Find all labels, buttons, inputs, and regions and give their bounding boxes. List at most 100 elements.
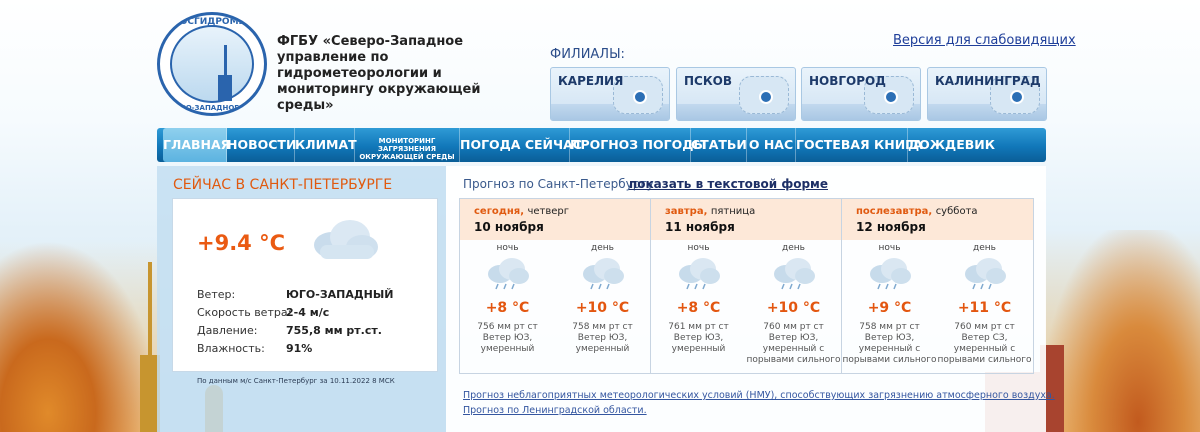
nav-rain-gauge[interactable]: ДОЖДЕВИК xyxy=(908,128,995,162)
nav-forecast[interactable]: ПРОГНОЗ ПОГОДЫ xyxy=(570,128,706,162)
rain-cloud-icon xyxy=(679,258,720,290)
day-relative: завтра, xyxy=(665,206,708,217)
map-pin-icon xyxy=(633,90,647,104)
part-label: день xyxy=(591,243,614,253)
part-strength: умеренный xyxy=(671,344,726,354)
humidity-value: 91% xyxy=(286,342,313,355)
wind-speed-value: 2-4 м/с xyxy=(286,306,330,319)
part-wind: Ветер СЗ, xyxy=(961,333,1008,343)
part-label: день xyxy=(973,243,996,253)
part-wind: Ветер ЮЗ, xyxy=(577,333,628,343)
nav-about[interactable]: О НАС xyxy=(747,128,796,162)
current-weather-title: СЕЙЧАС В САНКТ-ПЕТЕРБУРГЕ xyxy=(173,177,393,193)
forecast-day: послезавтра, суббота 12 ноября ночь +9 °… xyxy=(842,199,1033,373)
forecast-intro: Прогноз по Санкт-Петербургу xyxy=(463,177,654,191)
forecast-table: сегодня, четверг 10 ноября ночь +8 °C 75… xyxy=(459,198,1034,374)
day-header: послезавтра, суббота 12 ноября xyxy=(842,199,1033,240)
main-nav: ГЛАВНАЯ НОВОСТИ КЛИМАТ МОНИТОРИНГ ЗАГРЯЗ… xyxy=(157,128,1046,162)
part-label: ночь xyxy=(878,243,901,253)
leningrad-region-forecast-link[interactable]: Прогноз по Ленинградской области. xyxy=(463,405,647,416)
part-temperature: +11 °C xyxy=(957,300,1012,316)
forecast-day-part: день +11 °C 760 мм рт ст Ветер СЗ, умеренн… xyxy=(937,242,1032,372)
forecast-night: ночь +9 °C 758 мм рт ст Ветер ЮЗ, умеренны… xyxy=(842,242,937,372)
branch-kaliningrad[interactable]: КАЛИНИНГРАД xyxy=(927,67,1047,121)
rain-cloud-icon xyxy=(488,258,529,290)
forecast-day-part: день +10 °C 758 мм рт ст Ветер ЮЗ, умеренн… xyxy=(555,242,650,372)
part-label: ночь xyxy=(496,243,519,253)
day-name: завтра, пятница xyxy=(665,206,755,217)
nmu-forecast-link[interactable]: Прогноз неблагоприятных метеорологически… xyxy=(463,390,1055,401)
pressure-label: Давление: xyxy=(197,324,258,337)
nav-articles[interactable]: СТАТЬИ xyxy=(691,128,747,162)
rain-cloud-icon xyxy=(583,258,624,290)
logo-emblem xyxy=(170,25,254,103)
part-description: 761 мм рт ст Ветер ЮЗ, умеренный xyxy=(651,322,746,355)
wind-label: Ветер: xyxy=(197,288,236,301)
day-relative: послезавтра, xyxy=(856,206,933,217)
part-label: ночь xyxy=(687,243,710,253)
autumn-scenery-left xyxy=(0,240,160,432)
nav-guestbook[interactable]: ГОСТЕВАЯ КНИГА xyxy=(796,128,923,162)
org-title: ФГБУ «Северо-Западное управление по гидр… xyxy=(277,34,481,113)
pressure-value: 755,8 мм рт.ст. xyxy=(286,324,382,337)
part-temperature: +8 °C xyxy=(485,300,530,316)
wind-value: ЮГО-ЗАПАДНЫЙ xyxy=(286,288,394,301)
forecast-day: сегодня, четверг 10 ноября ночь +8 °C 75… xyxy=(460,199,651,373)
day-header: сегодня, четверг 10 ноября xyxy=(460,199,650,240)
branches-label: ФИЛИАЛЫ: xyxy=(550,47,625,62)
day-name: послезавтра, суббота xyxy=(856,206,978,217)
part-description: 758 мм рт ст Ветер ЮЗ, умеренный xyxy=(555,322,650,355)
day-relative: сегодня, xyxy=(474,206,525,217)
part-wind: Ветер ЮЗ, xyxy=(673,333,724,343)
logo-text-bottom: СЕВЕРО-ЗАПАДНОЕ УГМС xyxy=(160,104,264,112)
part-temperature: +8 °C xyxy=(676,300,721,316)
branch-label: ПСКОВ xyxy=(684,74,733,88)
part-strength: умеренный с xyxy=(762,344,825,354)
accessible-version-link[interactable]: Версия для слабовидящих xyxy=(893,33,1076,48)
day-date: 11 ноября xyxy=(665,220,735,234)
map-pin-icon xyxy=(759,90,773,104)
part-temperature: +10 °C xyxy=(766,300,821,316)
autumn-scenery-right xyxy=(1045,230,1200,432)
part-pressure: 760 мм рт ст xyxy=(763,322,824,332)
part-strength: умеренный с xyxy=(953,344,1016,354)
data-source-note: По данным м/с Санкт-Петербург за 10.11.2… xyxy=(197,377,395,385)
rain-cloud-icon xyxy=(965,258,1006,290)
roshydromet-logo[interactable]: РОСГИДРОМЕТ СЕВЕРО-ЗАПАДНОЕ УГМС xyxy=(157,12,267,116)
part-description: 760 мм рт ст Ветер СЗ, умеренный с порывами… xyxy=(937,322,1032,366)
branch-label: НОВГОРОД xyxy=(809,74,886,88)
nav-home[interactable]: ГЛАВНАЯ xyxy=(163,128,230,162)
wind-speed-label: Скорость ветра: xyxy=(197,306,292,319)
part-label: день xyxy=(782,243,805,253)
part-extra: порывами сильного xyxy=(746,355,841,365)
forecast-night: ночь +8 °C 761 мм рт ст Ветер ЮЗ, умеренны… xyxy=(651,242,746,372)
nav-pollution-monitoring[interactable]: МОНИТОРИНГ ЗАГРЯЗНЕНИЯ ОКРУЖАЮЩЕЙ СРЕДЫ xyxy=(355,128,460,162)
part-description: 758 мм рт ст Ветер ЮЗ, умеренный с порывами… xyxy=(842,322,937,366)
day-weekday: суббота xyxy=(935,206,978,217)
day-name: сегодня, четверг xyxy=(474,206,569,217)
part-wind: Ветер ЮЗ, xyxy=(864,333,915,343)
nav-news[interactable]: НОВОСТИ xyxy=(227,128,296,162)
map-pin-icon xyxy=(1010,90,1024,104)
current-temperature: +9.4 °C xyxy=(197,231,286,255)
part-strength: умеренный xyxy=(575,344,630,354)
part-extra: порывами сильного xyxy=(842,355,937,365)
day-weekday: пятница xyxy=(710,206,756,217)
part-extra: порывами сильного xyxy=(937,355,1032,365)
part-pressure: 760 мм рт ст xyxy=(954,322,1015,332)
part-description: 756 мм рт ст Ветер ЮЗ, умеренный xyxy=(460,322,555,355)
day-weekday: четверг xyxy=(527,206,570,217)
part-temperature: +9 °C xyxy=(867,300,912,316)
map-pin-icon xyxy=(884,90,898,104)
branch-label: КАРЕЛИЯ xyxy=(558,74,624,88)
branch-karelia[interactable]: КАРЕЛИЯ xyxy=(550,67,670,121)
nav-weather-now[interactable]: ПОГОДА СЕЙЧАС xyxy=(460,128,582,162)
branch-novgorod[interactable]: НОВГОРОД xyxy=(801,67,921,121)
branch-pskov[interactable]: ПСКОВ xyxy=(676,67,796,121)
text-forecast-link[interactable]: показать в текстовой форме xyxy=(629,177,828,191)
part-wind: Ветер ЮЗ, xyxy=(768,333,819,343)
forecast-night: ночь +8 °C 756 мм рт ст Ветер ЮЗ, умеренны… xyxy=(460,242,555,372)
part-pressure: 758 мм рт ст xyxy=(859,322,920,332)
nav-climate[interactable]: КЛИМАТ xyxy=(295,128,357,162)
day-date: 12 ноября xyxy=(856,220,926,234)
